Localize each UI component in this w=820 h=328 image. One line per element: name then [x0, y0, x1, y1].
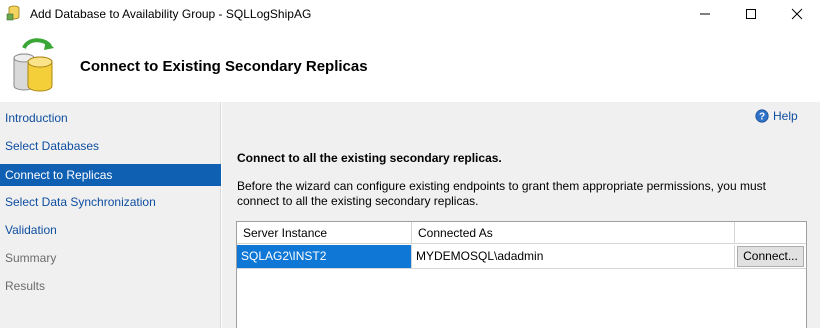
database-sync-icon	[13, 38, 54, 92]
minimize-icon	[700, 13, 710, 15]
wizard-header: Connect to Existing Secondary Replicas	[0, 28, 820, 102]
sidebar-item-introduction[interactable]: Introduction	[0, 107, 221, 129]
wizard-sidebar: Introduction Select Databases Connect to…	[0, 102, 221, 328]
server-instance-cell[interactable]: SQLAG2\INST2	[237, 245, 412, 268]
section-title: Connect to all the existing secondary re…	[237, 151, 502, 165]
grid-header: Server Instance Connected As	[237, 222, 806, 244]
column-header-connected-as[interactable]: Connected As	[412, 222, 735, 244]
help-link[interactable]: ? Help	[755, 107, 798, 125]
column-header-server-instance[interactable]: Server Instance	[237, 222, 412, 244]
page-title: Connect to Existing Secondary Replicas	[80, 58, 368, 75]
minimize-button[interactable]	[682, 0, 728, 28]
close-icon	[791, 8, 803, 20]
table-row[interactable]: SQLAG2\INST2 MYDEMOSQL\adadmin Connect..…	[237, 245, 806, 269]
sidebar-item-validation[interactable]: Validation	[0, 219, 221, 241]
svg-text:?: ?	[759, 112, 765, 123]
app-icon	[6, 5, 20, 21]
sidebar-item-select-data-synchronization[interactable]: Select Data Synchronization	[0, 191, 221, 213]
maximize-icon	[746, 9, 756, 19]
connect-button[interactable]: Connect...	[737, 246, 804, 267]
sidebar-item-summary: Summary	[5, 251, 57, 265]
sidebar-item-connect-to-replicas[interactable]: Connect to Replicas	[0, 164, 221, 186]
main-panel: ? Help Connect to all the existing secon…	[222, 102, 820, 328]
sidebar-item-select-databases[interactable]: Select Databases	[0, 135, 221, 157]
connected-as-cell[interactable]: MYDEMOSQL\adadmin	[412, 245, 735, 268]
help-label: Help	[773, 109, 798, 123]
description-text: Before the wizard can configure existing…	[237, 179, 766, 208]
maximize-button[interactable]	[728, 0, 774, 28]
column-header-action	[735, 222, 806, 244]
title-bar: Add Database to Availability Group - SQL…	[0, 0, 820, 28]
replicas-grid: Server Instance Connected As SQLAG2\INST…	[236, 221, 807, 328]
close-button[interactable]	[774, 0, 820, 28]
window-title: Add Database to Availability Group - SQL…	[30, 7, 312, 21]
help-icon: ?	[755, 109, 769, 123]
sidebar-item-results: Results	[5, 279, 46, 293]
